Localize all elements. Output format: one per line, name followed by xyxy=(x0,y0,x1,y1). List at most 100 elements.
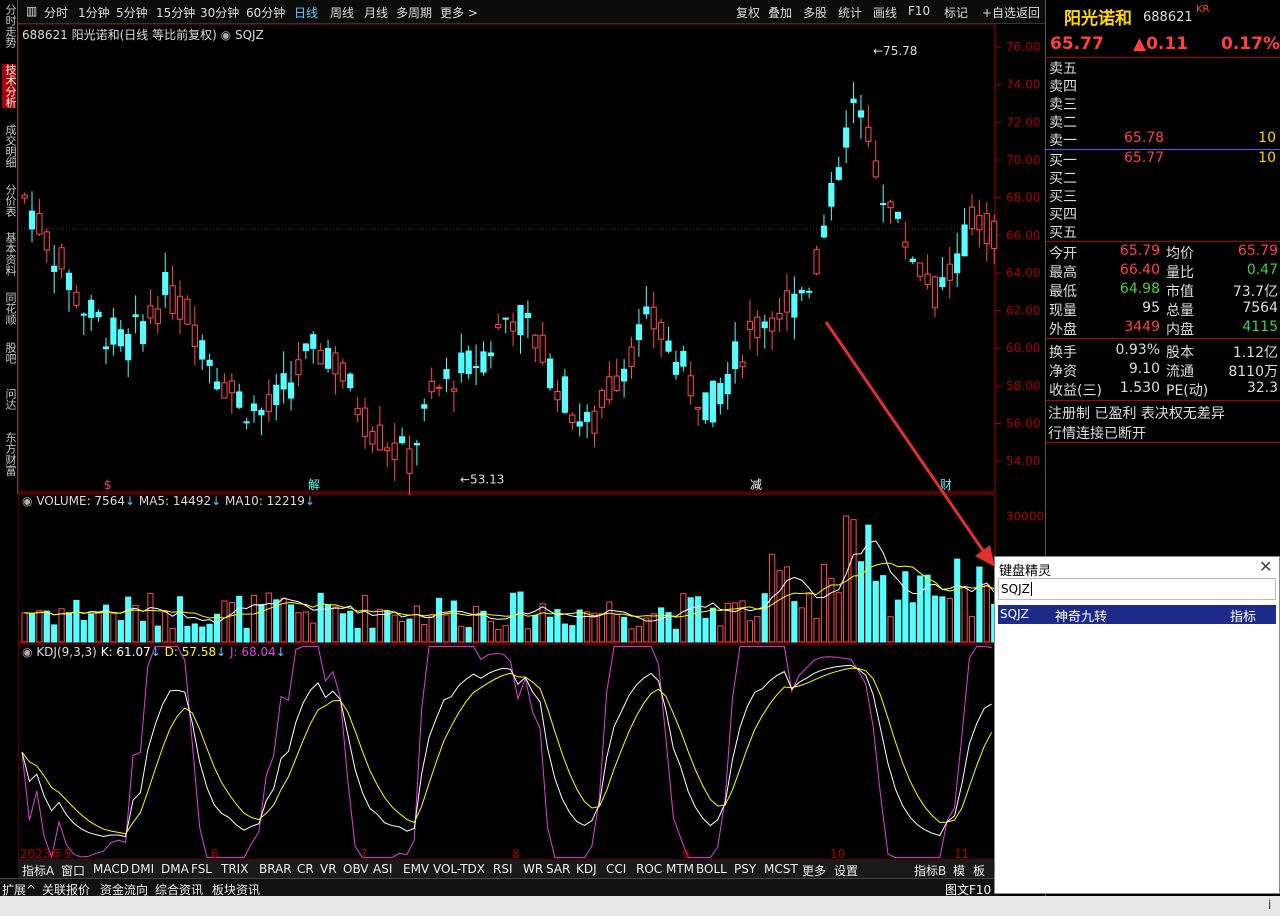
toolbar-action-2[interactable]: 多股 xyxy=(803,4,827,21)
kline-chart[interactable]: 76.00 74.00 72.00 70.00 68.00 66.00 64.00 62.00… xyxy=(17,23,1045,861)
indicator-tab-18[interactable]: CCI xyxy=(606,862,626,876)
wizard-result-row[interactable]: SQJZ 神奇九转 指标 xyxy=(998,605,1276,625)
indicator-tab-14[interactable]: RSI xyxy=(493,862,513,876)
volume-bar xyxy=(658,607,665,643)
candle xyxy=(102,346,110,350)
left-nav-6[interactable]: 股吧 xyxy=(2,342,17,364)
price-pane xyxy=(17,23,996,493)
buy-level-label: 买五 xyxy=(1049,225,1077,241)
indicator-tab-12[interactable]: EMV xyxy=(403,862,429,876)
indicator-tab-17[interactable]: KDJ xyxy=(576,862,597,876)
indicator-tab-16[interactable]: SAR xyxy=(546,862,570,876)
chart-title: 688621 阳光诺和(日线 等比前复权) xyxy=(22,28,217,42)
period-7[interactable]: 周线 xyxy=(330,4,354,21)
period-4[interactable]: 30分钟 xyxy=(200,4,239,21)
indicator-tab-8[interactable]: CR xyxy=(297,862,314,876)
candle xyxy=(865,126,872,142)
period-3[interactable]: 15分钟 xyxy=(156,4,195,21)
candle xyxy=(724,373,731,395)
volume-settings-icon[interactable]: ◉ xyxy=(22,494,32,508)
candle xyxy=(783,290,791,313)
toolbar-action-0[interactable]: 复权 xyxy=(736,4,760,21)
indicator-tab-23[interactable]: MCST xyxy=(764,862,798,876)
indicator-tab-15[interactable]: WR xyxy=(523,862,543,876)
indicator-tab-4[interactable]: DMA xyxy=(161,862,189,876)
stat-label: 现量 xyxy=(1049,303,1077,319)
indicator-tab-21[interactable]: BOLL xyxy=(696,862,727,876)
indicator-tab-26[interactable]: 指标B xyxy=(914,862,946,879)
indicator-tab-19[interactable]: ROC xyxy=(636,862,662,876)
indicator-tab-3[interactable]: DMI xyxy=(131,862,154,876)
indicator-tab-27[interactable]: 模 xyxy=(953,862,965,879)
price-tick: 64.00 xyxy=(1006,266,1040,280)
kdj-settings-icon[interactable]: ◉ xyxy=(22,645,32,659)
volume-bar xyxy=(569,625,576,643)
period-9[interactable]: 多周期 xyxy=(396,4,432,21)
period-5[interactable]: 60分钟 xyxy=(246,4,285,21)
period-8[interactable]: 月线 xyxy=(364,4,388,21)
period-1[interactable]: 1分钟 xyxy=(78,4,110,21)
indicator-tab-2[interactable]: MACD xyxy=(93,862,129,876)
left-nav-0[interactable]: 分时走势 xyxy=(2,4,17,48)
wizard-search-input[interactable]: SQJZ xyxy=(998,578,1276,600)
toolbar-action-5[interactable]: F10 xyxy=(908,4,930,18)
toolbar-action-4[interactable]: 画线 xyxy=(873,4,897,21)
candle xyxy=(236,391,243,408)
volume-bar xyxy=(443,614,450,643)
left-nav-2[interactable]: 成交明细 xyxy=(2,124,17,168)
candle xyxy=(761,321,768,329)
toolbar-action-3[interactable]: 统计 xyxy=(838,4,862,21)
toolbar-action-6[interactable]: 标记 xyxy=(944,4,968,21)
keyboard-wizard[interactable]: 键盘精灵 ✕ SQJZ SQJZ 神奇九转 指标 xyxy=(994,556,1280,894)
candle xyxy=(909,258,916,263)
period-6[interactable]: 日线 xyxy=(294,4,318,21)
volume-ma5: MA5: 14492 xyxy=(138,494,212,508)
candle xyxy=(917,262,924,277)
close-icon[interactable]: ✕ xyxy=(1259,557,1272,576)
left-nav-3[interactable]: 分价表 xyxy=(2,184,17,217)
indicator-name[interactable]: SQJZ xyxy=(235,28,264,42)
kdj-pane xyxy=(17,643,996,861)
volume-bar xyxy=(80,619,87,643)
toolbar-action-7[interactable]: +自选 xyxy=(982,4,1016,21)
candle xyxy=(413,443,420,446)
volume-bar xyxy=(250,594,258,643)
candle xyxy=(169,285,176,314)
period-2[interactable]: 5分钟 xyxy=(116,4,148,21)
toolbar-action-8[interactable]: 返回 xyxy=(1016,4,1040,21)
volume-bar xyxy=(117,620,124,643)
left-nav-1[interactable]: 技术分析 xyxy=(2,64,17,108)
indicator-tab-5[interactable]: FSL xyxy=(191,862,212,876)
volume-bar xyxy=(968,616,976,643)
indicator-icon[interactable]: ◉ xyxy=(221,28,231,42)
indicator-tab-9[interactable]: VR xyxy=(320,862,337,876)
indicator-tab-0[interactable]: 指标A xyxy=(22,862,54,879)
period-0[interactable]: 分时 xyxy=(44,4,68,21)
left-nav-4[interactable]: 基本资料 xyxy=(2,232,17,276)
bottom-bar: 图文F10 扩展^ 关联报价 资金流向 综合资讯 板块资讯 xyxy=(0,878,1000,897)
indicator-tab-20[interactable]: MTM xyxy=(666,862,694,876)
indicator-tab-28[interactable]: 板 xyxy=(973,862,985,879)
indicator-tab-11[interactable]: ASI xyxy=(373,862,392,876)
indicator-tab-6[interactable]: TRIX xyxy=(221,862,248,876)
indicator-tab-1[interactable]: 窗口 xyxy=(61,862,85,879)
indicator-tab-10[interactable]: OBV xyxy=(343,862,369,876)
left-nav-8[interactable]: 东方财富 xyxy=(2,432,17,476)
volume-bar xyxy=(458,625,465,643)
indicator-tab-24[interactable]: 更多 xyxy=(802,862,826,879)
candle xyxy=(828,182,835,207)
left-nav-5[interactable]: 同花顺 xyxy=(2,292,17,325)
menu-icon[interactable]: ▥ xyxy=(26,4,37,18)
volume-bar xyxy=(472,605,480,643)
candle xyxy=(250,403,258,412)
indicator-tab-13[interactable]: VOL-TDX xyxy=(433,862,485,876)
left-nav-7[interactable]: 问达 xyxy=(2,388,17,410)
volume-bar xyxy=(532,615,539,643)
indicator-tab-22[interactable]: PSY xyxy=(734,862,756,876)
indicator-tab-25[interactable]: 设置 xyxy=(834,862,858,879)
volume-bar xyxy=(206,623,213,643)
indicator-tab-7[interactable]: BRAR xyxy=(259,862,292,876)
stat-label: 收益(三) xyxy=(1049,383,1102,399)
toolbar-action-1[interactable]: 叠加 xyxy=(768,4,792,21)
period-10[interactable]: 更多 > xyxy=(440,4,478,21)
